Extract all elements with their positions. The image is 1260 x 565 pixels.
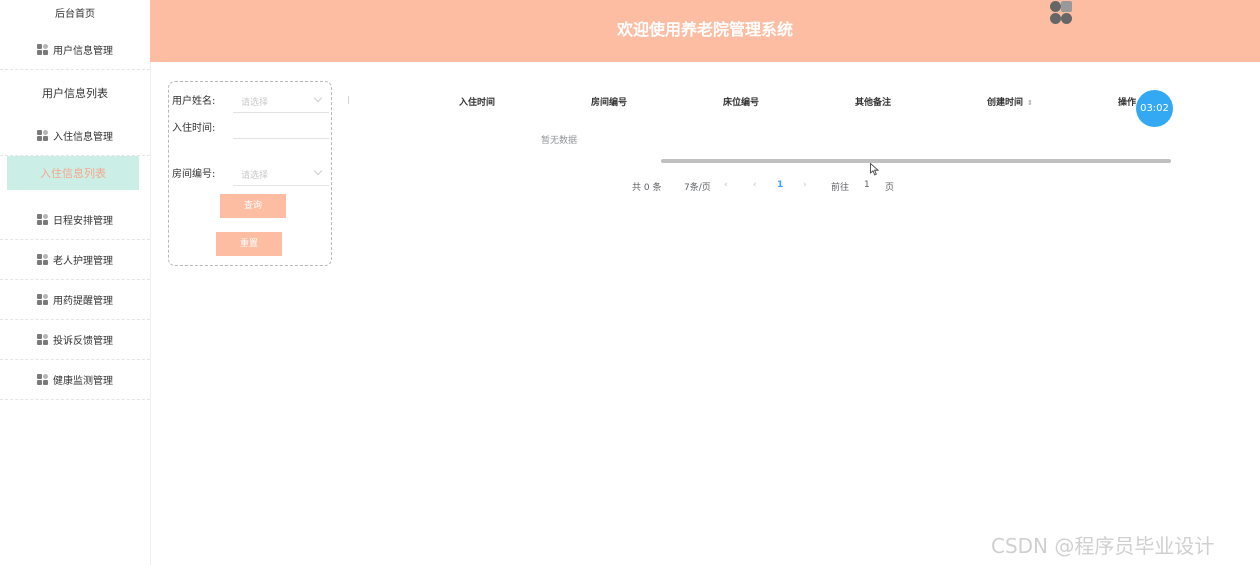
- pagination-next-icon[interactable]: ›: [803, 180, 807, 190]
- search-panel: 用户姓名: 请选择 入住时间: 房间编号: 请选择 查询 重置: [168, 81, 332, 266]
- menu-grid-icon: [37, 253, 49, 266]
- timer-badge: 03:02: [1136, 90, 1173, 127]
- room-number-label: 房间编号:: [172, 169, 216, 180]
- menu-grid-icon: [37, 293, 49, 306]
- chevron-down-icon: [313, 166, 323, 176]
- pagination-page-size[interactable]: 7条/页: [684, 180, 711, 193]
- column-divider: [348, 96, 349, 104]
- column-header-remarks: 其他备注: [855, 98, 892, 108]
- sidebar-item-label: 老人护理管理: [53, 256, 113, 267]
- sidebar: 后台首页 用户信息管理 用户信息列表 入住信息管理 入住信息列表 日程安排管理 …: [0, 0, 151, 565]
- sidebar-item-health-monitoring[interactable]: 健康监测管理: [0, 360, 150, 400]
- top-header: 欢迎使用养老院管理系统: [150, 0, 1260, 62]
- sidebar-item-elderly-care[interactable]: 老人护理管理: [0, 240, 150, 280]
- column-header-bed-number: 床位编号: [723, 98, 760, 108]
- sidebar-item-schedule[interactable]: 日程安排管理: [0, 200, 150, 240]
- sidebar-item-complaint-feedback[interactable]: 投诉反馈管理: [0, 320, 150, 360]
- table-empty-text: 暂无数据: [541, 136, 578, 146]
- column-header-label: 创建时间: [987, 98, 1024, 108]
- menu-grid-icon: [37, 373, 49, 386]
- menu-grid-icon: [37, 43, 49, 56]
- sidebar-subitem-checkin-list[interactable]: 入住信息列表: [7, 156, 139, 190]
- column-header-created-time[interactable]: 创建时间 ⇕: [987, 95, 1033, 108]
- pagination-page-suffix: 页: [885, 183, 895, 193]
- sidebar-item-checkin-management[interactable]: 入住信息管理: [0, 116, 150, 156]
- select-placeholder: 请选择: [241, 171, 269, 181]
- checkin-time-input[interactable]: [233, 117, 329, 139]
- app-logo-icon[interactable]: [1049, 0, 1073, 26]
- menu-grid-icon: [37, 213, 49, 226]
- chevron-down-icon: [313, 93, 323, 103]
- user-name-select[interactable]: 请选择: [233, 87, 329, 113]
- column-header-room-number: 房间编号: [591, 98, 628, 108]
- sidebar-item-medication-reminder[interactable]: 用药提醒管理: [0, 280, 150, 320]
- query-button[interactable]: 查询: [220, 194, 286, 218]
- sidebar-item-label: 投诉反馈管理: [53, 336, 113, 347]
- watermark-text: CSDN @程序员毕业设计: [991, 534, 1215, 558]
- pagination-total: 共 0 条: [632, 183, 662, 193]
- sidebar-item-label: 用户信息管理: [53, 46, 113, 57]
- page-title: 欢迎使用养老院管理系统: [616, 20, 793, 39]
- pagination-current-page[interactable]: 1: [777, 180, 783, 190]
- mouse-cursor-icon: [870, 163, 879, 176]
- column-header-actions: 操作: [1118, 98, 1137, 108]
- sidebar-home-link[interactable]: 后台首页: [0, 0, 150, 30]
- checkin-time-label: 入住时间:: [172, 123, 216, 134]
- column-header-checkin-time: 入住时间: [459, 98, 496, 108]
- room-number-select[interactable]: 请选择: [233, 160, 329, 186]
- table-horizontal-scrollbar[interactable]: [661, 159, 1171, 163]
- sidebar-item-user-management[interactable]: 用户信息管理: [0, 30, 150, 70]
- sidebar-item-label: 日程安排管理: [53, 216, 113, 227]
- sort-icon[interactable]: ⇕: [1027, 99, 1033, 107]
- select-placeholder: 请选择: [241, 98, 269, 108]
- sidebar-subitem-user-list[interactable]: 用户信息列表: [0, 70, 150, 116]
- menu-grid-icon: [37, 129, 49, 142]
- sidebar-item-label: 入住信息管理: [53, 132, 113, 143]
- pagination-goto-label: 前往: [831, 183, 850, 193]
- pagination-prev-page-icon[interactable]: ‹: [753, 180, 757, 190]
- sidebar-item-label: 健康监测管理: [53, 376, 113, 387]
- pagination-prev-icon[interactable]: ‹: [724, 180, 728, 190]
- reset-button[interactable]: 重置: [216, 232, 282, 256]
- sidebar-item-label: 用药提醒管理: [53, 296, 113, 307]
- menu-grid-icon: [37, 333, 49, 346]
- user-name-label: 用户姓名:: [172, 96, 216, 107]
- pagination-goto-input[interactable]: 1: [864, 180, 870, 190]
